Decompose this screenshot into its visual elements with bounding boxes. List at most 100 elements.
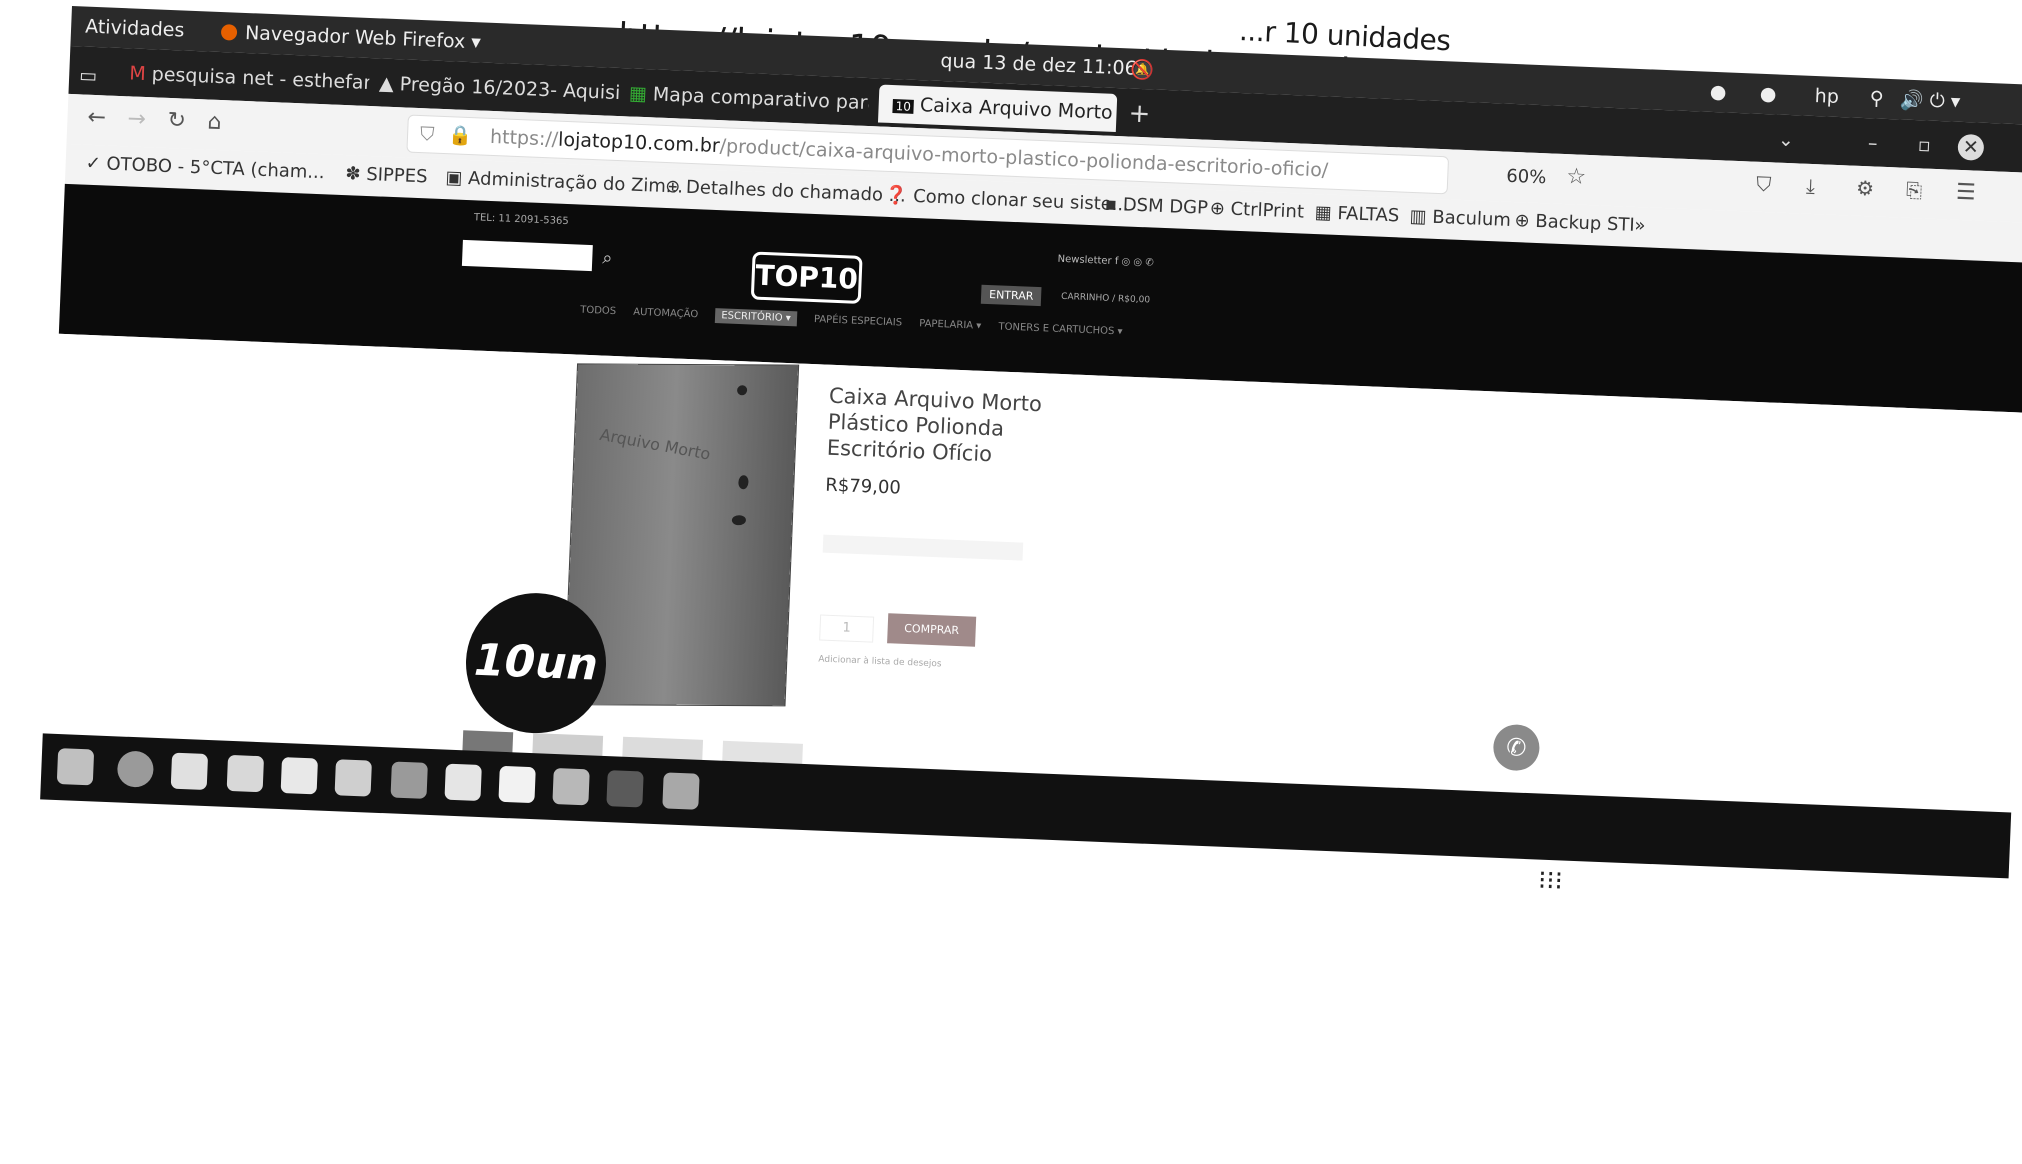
calc-icon[interactable] (334, 759, 372, 797)
app-grid-icon[interactable]: ⁝⁝⁝ (1537, 866, 1563, 897)
app-icon-12[interactable] (662, 772, 700, 810)
buy-button[interactable]: COMPRAR (887, 613, 977, 647)
volume-icon[interactable]: 🔊 (1899, 88, 1924, 112)
bookmark-dsm[interactable]: ▪ DSM DGP (1104, 194, 1208, 219)
box-dot (738, 475, 749, 490)
forward-button[interactable]: → (127, 106, 146, 132)
download-icon[interactable]: ⤓ (1806, 174, 1816, 198)
menu-item[interactable]: PAPELARIA ▾ (919, 318, 982, 331)
new-tab-button[interactable]: + (1128, 95, 1151, 134)
bookmark-otobo[interactable]: ✓ OTOBO - 5°CTA (cham... (85, 153, 325, 184)
image-icon[interactable] (390, 761, 428, 799)
package-icon[interactable] (444, 763, 482, 802)
bookmark-label: SIPPES (365, 163, 428, 188)
terminal-icon[interactable] (606, 770, 644, 808)
hp-icon[interactable]: hp (1814, 85, 1839, 108)
bookmark-label: FALTAS (1337, 202, 1400, 227)
tray-icon-2[interactable]: ● (1759, 83, 1776, 106)
bookmark-clonar[interactable]: ❓ Como clonar seu siste... (885, 185, 1130, 216)
notes-icon[interactable] (498, 765, 536, 804)
bookmark-backup[interactable]: ⊕ Backup STI (1514, 210, 1635, 236)
gmail-icon: M (128, 62, 147, 86)
more-bookmarks-icon[interactable]: » (1634, 215, 1646, 236)
box-dot (731, 515, 747, 526)
close-window-button[interactable]: ✕ (1957, 133, 1985, 161)
tab-3-label: Mapa comparativo para (652, 83, 870, 115)
store-menu: TODOS AUTOMAÇÃO ESCRITÓRIO ▾ PAPÉIS ESPE… (580, 305, 1123, 338)
drive-icon: ▲ (378, 72, 395, 95)
menu-item-active[interactable]: ESCRITÓRIO ▾ (715, 308, 798, 327)
shipping-calc-field[interactable] (822, 534, 1024, 561)
menu-item[interactable]: TONERS E CARTUCHOS ▾ (998, 321, 1122, 337)
whatsapp-icon[interactable]: ✆ (1492, 723, 1541, 772)
firefox-icon (220, 24, 238, 41)
tab-2[interactable]: ▲ Pregão 16/2023- Aquisiç ✕ (378, 64, 620, 112)
extensions-icon[interactable]: ⚙ (1856, 176, 1875, 201)
product-page: Arquivo Morto 10un Caixa Arquivo Morto P… (42, 333, 2022, 813)
url-domain: lojatop10.com.br (557, 128, 721, 158)
tray-icon-1[interactable]: ● (1709, 81, 1726, 104)
store-search-input[interactable] (461, 239, 593, 272)
writer-icon[interactable] (226, 754, 265, 793)
tab-3[interactable]: ▦ Mapa comparativo para ✕ (628, 74, 869, 122)
bookmark-ctrlprint[interactable]: ⊕ CtrlPrint (1209, 198, 1304, 223)
clock[interactable]: qua 13 de dez 11:06 (940, 50, 1137, 80)
lock-icon: 🔒 (447, 124, 473, 148)
document-icon[interactable] (280, 757, 318, 795)
bookmark-label: Administração do Zim... (467, 168, 684, 198)
bookmark-faltas[interactable]: ▦ FALTAS (1314, 202, 1399, 226)
bookmark-sippes[interactable]: ✽ SIPPES (345, 163, 428, 187)
network-icon[interactable]: ⚲ (1869, 87, 1884, 110)
activities-button[interactable]: Atividades (85, 16, 185, 42)
box-label: Arquivo Morto (598, 424, 713, 464)
wishlist-link[interactable]: Adicionar à lista de desejos (818, 654, 942, 669)
bookmark-zimbra[interactable]: ▣ Administração do Zim... (445, 167, 683, 198)
cart-link[interactable]: CARRINHO / R$0,00 (1061, 292, 1150, 306)
tab-list-icon[interactable]: ▭ (78, 56, 110, 95)
menu-item[interactable]: PAPÉIS ESPECIAIS (814, 314, 903, 329)
files-icon[interactable] (170, 752, 209, 791)
share-icon[interactable]: ⎘ (1906, 178, 1923, 203)
notifications-off-icon: 🔕 (1129, 58, 1155, 82)
tab-4-label: Caixa Arquivo Morto Pla (919, 94, 1118, 125)
power-icon[interactable]: ⏻ ▾ (1929, 90, 1960, 113)
back-button[interactable]: ← (87, 105, 106, 131)
quantity-stepper[interactable]: 1 (819, 614, 875, 643)
sheets-icon: ▦ (628, 82, 648, 106)
box-dot (736, 385, 748, 396)
home-icon[interactable]: ⌂ (207, 110, 222, 136)
bookmark-baculum[interactable]: ▥ Baculum (1409, 206, 1511, 231)
product-price: R$79,00 (824, 474, 902, 499)
menu-item[interactable]: TODOS (580, 305, 616, 317)
bookmark-label: DSM DGP (1122, 194, 1209, 219)
screen: Atividades Navegador Web Firefox ▾ qua 1… (29, 6, 2022, 1164)
bookmark-star-icon[interactable]: ☆ (1566, 164, 1587, 190)
bookmark-label: CtrlPrint (1230, 198, 1305, 223)
chrome-icon[interactable] (116, 750, 155, 788)
zoom-level[interactable]: 60% (1506, 166, 1547, 189)
bookmark-label: Como clonar seu siste... (912, 185, 1130, 216)
tab-2-label: Pregão 16/2023- Aquisiç (399, 73, 620, 105)
store-logo[interactable]: TOP10 (750, 251, 863, 304)
pocket-icon[interactable]: ⛉ (1756, 172, 1772, 197)
app-menu[interactable]: Navegador Web Firefox ▾ (220, 21, 482, 54)
menu-item[interactable]: AUTOMAÇÃO (633, 307, 698, 321)
login-button[interactable]: ENTRAR (980, 284, 1042, 307)
reload-icon[interactable]: ↻ (167, 108, 186, 134)
tab-4-active[interactable]: 10 Caixa Arquivo Morto Pla ✕ (877, 84, 1118, 132)
app-icon-1[interactable] (56, 748, 95, 786)
screenshot-icon[interactable] (552, 767, 590, 806)
bookmark-label: OTOBO - 5°CTA (cham... (106, 153, 325, 184)
minimize-button[interactable]: – (1867, 124, 1878, 162)
top10-favicon-icon: 10 (892, 99, 915, 114)
tab-1[interactable]: M pesquisa net - esthefane ✕ (129, 54, 370, 102)
list-all-tabs-icon[interactable]: ⌄ (1777, 121, 1795, 160)
menu-icon[interactable]: ☰ (1956, 180, 1977, 206)
app-menu-label: Navegador Web Firefox ▾ (244, 21, 482, 54)
search-icon[interactable]: ⌕ (602, 247, 613, 268)
social-links[interactable]: Newsletter f ◎ ◎ ✆ (1057, 254, 1153, 269)
maximize-button[interactable]: ▫ (1917, 126, 1931, 164)
product-title: Caixa Arquivo Morto Plástico Polionda Es… (826, 383, 1043, 467)
bookmark-detalhes[interactable]: ⊕ Detalhes do chamado ... (665, 176, 906, 207)
bookmark-label: Baculum (1431, 206, 1512, 231)
